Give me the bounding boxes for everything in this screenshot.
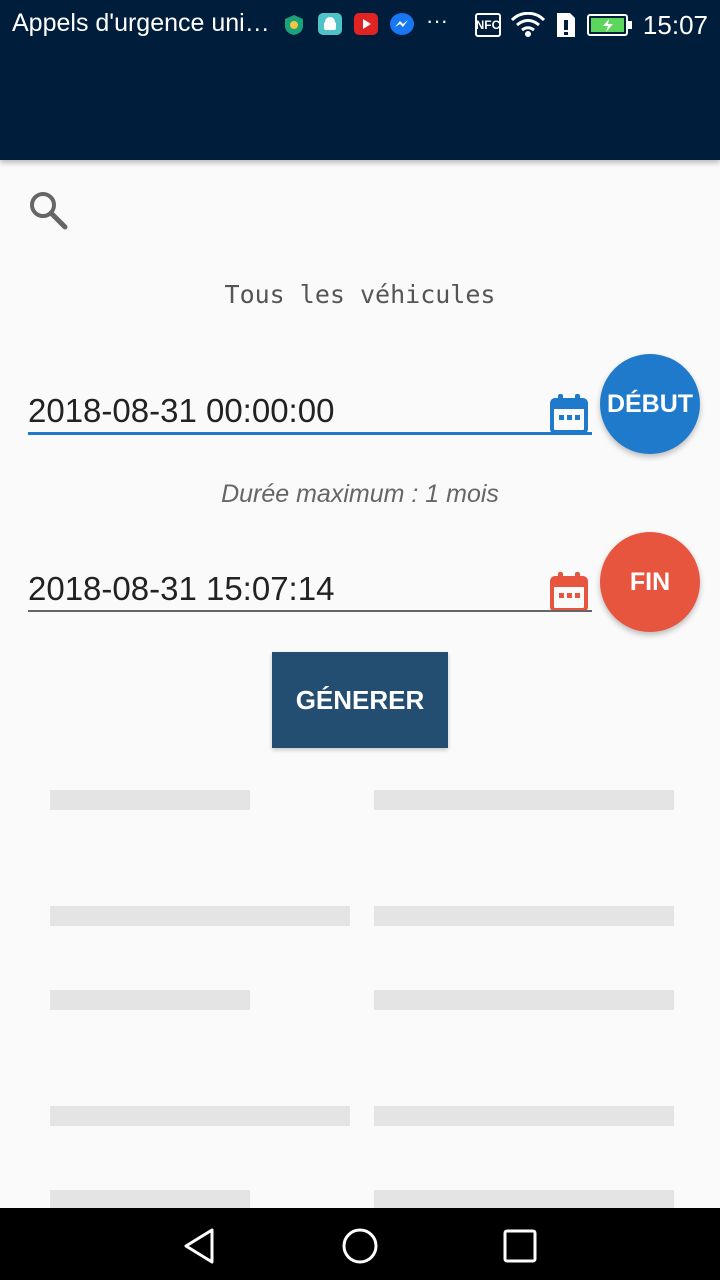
back-icon[interactable] (180, 1226, 220, 1266)
duration-note: Durée maximum : 1 mois (221, 480, 499, 508)
end-button[interactable]: FIN (600, 532, 700, 632)
youtube-icon (354, 13, 378, 35)
clock: 15:07 (642, 9, 708, 40)
navigation-bar (0, 1208, 720, 1280)
android-icon (318, 13, 342, 35)
calendar-icon[interactable] (550, 394, 588, 434)
recents-icon[interactable] (500, 1226, 540, 1266)
placeholder-bar (50, 906, 350, 926)
more-icon: ··· (426, 8, 448, 33)
end-date-value: 2018-08-31 15:07:14 (28, 570, 335, 607)
app-bar (0, 50, 720, 160)
calendar-icon[interactable] (550, 572, 588, 612)
sim-icon (556, 13, 575, 37)
end-date-field[interactable]: 2018-08-31 15:07:14 (28, 550, 592, 612)
start-date-underline (28, 432, 592, 435)
placeholder-bar (374, 990, 674, 1010)
generate-button[interactable]: GÉNERER (272, 652, 448, 748)
messenger-icon (390, 13, 414, 35)
placeholder-bar (50, 1106, 350, 1126)
placeholder-bar (50, 990, 250, 1010)
start-date-value: 2018-08-31 00:00:00 (28, 392, 335, 429)
nfc-icon: NFC (474, 13, 501, 37)
search-icon[interactable] (28, 190, 68, 230)
wifi-icon (510, 12, 545, 37)
end-date-underline (28, 610, 592, 612)
placeholder-bar (374, 906, 674, 926)
home-icon[interactable] (340, 1226, 380, 1266)
vehicle-selector[interactable]: Tous les véhicules (0, 280, 720, 309)
status-bar: Appels d'urgence uni… ··· NFC 15:07 (0, 0, 720, 50)
app-shield-icon (282, 13, 306, 35)
placeholder-bar (50, 790, 250, 810)
battery-icon (586, 14, 632, 36)
start-date-field[interactable]: 2018-08-31 00:00:00 (28, 372, 592, 435)
placeholder-bar (50, 1190, 250, 1208)
placeholder-bar (374, 1106, 674, 1126)
start-button[interactable]: DÉBUT (600, 354, 700, 454)
nfc-label: NFC (475, 18, 501, 32)
system-icons: NFC 15:07 (474, 0, 708, 50)
placeholder-bar (374, 790, 674, 810)
placeholder-bar (374, 1190, 674, 1208)
notification-title: Appels d'urgence uni… (12, 9, 270, 37)
